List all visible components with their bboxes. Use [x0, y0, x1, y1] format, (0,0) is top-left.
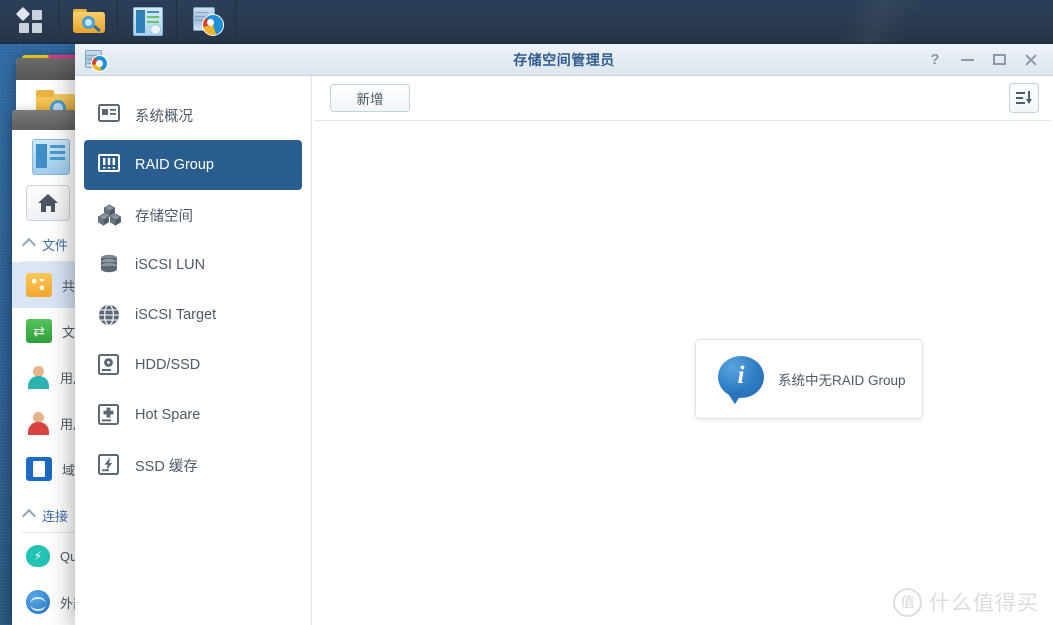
maximize-button[interactable]	[983, 44, 1015, 75]
sidebar: 系统概况 RAID Group 存储空间 iSCSI LUN iSCSI Tar…	[75, 76, 312, 625]
user-group-icon	[26, 411, 50, 435]
control-panel-icon	[32, 139, 70, 175]
info-bubble-icon: i	[718, 356, 764, 406]
sidebar-item-raid-group[interactable]: RAID Group	[84, 140, 302, 190]
sidebar-item-storage-volume[interactable]: 存储空间	[84, 190, 302, 240]
hdd-ssd-icon	[98, 354, 122, 376]
close-button[interactable]	[1015, 44, 1047, 75]
sidebar-item-system-overview[interactable]: 系统概况	[84, 90, 302, 140]
raid-group-list-area: i 系统中无RAID Group	[312, 121, 1053, 625]
sidebar-item-iscsi-lun[interactable]: iSCSI LUN	[84, 240, 302, 290]
taskbar-control-panel-button[interactable]	[118, 0, 177, 42]
taskbar-storage-manager-button[interactable]	[177, 0, 236, 42]
sidebar-item-label: iSCSI Target	[135, 307, 217, 323]
question-mark-icon: ?	[930, 51, 940, 68]
raid-group-icon	[98, 154, 122, 176]
content-panel: 新增 i 系统中无RAID Group	[312, 76, 1053, 625]
empty-state-message-box: i 系统中无RAID Group	[695, 339, 923, 419]
sidebar-item-iscsi-target[interactable]: iSCSI Target	[84, 290, 302, 340]
sidebar-item-hdd-ssd[interactable]: HDD/SSD	[84, 340, 302, 390]
window-controls: ?	[919, 44, 1053, 75]
home-button[interactable]	[26, 185, 70, 221]
taskbar-file-station-button[interactable]	[59, 0, 118, 42]
sidebar-item-label: Hot Spare	[135, 407, 201, 423]
storage-disk-icon	[192, 6, 224, 36]
window-title: 存储空间管理员	[513, 51, 615, 68]
minimize-icon	[960, 58, 974, 61]
file-sync-icon	[26, 319, 52, 343]
bg-section-label: 文件	[42, 238, 69, 253]
taskbar-main-menu-button[interactable]	[0, 0, 59, 42]
taskbar[interactable]	[0, 0, 1053, 44]
sort-descending-icon	[1016, 91, 1032, 104]
sidebar-item-ssd-cache[interactable]: SSD 缓存	[84, 440, 302, 490]
chevron-up-icon	[21, 508, 37, 523]
bg-section-label: 连接	[42, 509, 69, 524]
folder-search-icon	[72, 8, 105, 34]
grid-icon	[15, 6, 43, 34]
maximize-icon	[992, 54, 1006, 65]
desktop: 文件 共享 文件 用户 用户 域/ 连接 Qu	[0, 0, 1053, 625]
home-icon	[38, 194, 58, 212]
sidebar-item-label: iSCSI LUN	[135, 257, 206, 273]
user-icon	[26, 365, 50, 389]
minimize-button[interactable]	[951, 44, 983, 75]
quickconnect-icon	[26, 545, 50, 567]
ssd-cache-icon	[98, 454, 122, 476]
storage-volume-icon	[98, 204, 122, 226]
sidebar-item-label: 存储空间	[135, 208, 193, 225]
hot-spare-icon	[98, 404, 122, 426]
content-toolbar: 新增	[312, 76, 1053, 120]
iscsi-target-globe-icon	[98, 304, 122, 326]
system-overview-icon	[98, 104, 122, 126]
sidebar-item-label: SSD 缓存	[135, 458, 198, 475]
empty-state-text: 系统中无RAID Group	[778, 373, 906, 388]
storage-manager-window[interactable]: 存储空间管理员 ? 系统概况 RAID Group 存储空间 iSCSI LUN…	[75, 44, 1053, 625]
sidebar-item-hot-spare[interactable]: Hot Spare	[84, 390, 302, 440]
iscsi-lun-icon	[98, 254, 122, 276]
sidebar-item-label: 系统概况	[135, 108, 193, 125]
taskbar-sheen	[723, 0, 1053, 44]
shared-folder-icon	[26, 273, 52, 297]
domain-icon	[26, 457, 52, 481]
chevron-up-icon	[21, 237, 37, 252]
window-titlebar[interactable]: 存储空间管理员 ?	[75, 44, 1053, 76]
close-icon	[1024, 53, 1038, 67]
add-button[interactable]: 新增	[330, 84, 410, 112]
help-button[interactable]: ?	[919, 44, 951, 75]
control-panel-icon	[132, 6, 163, 36]
sidebar-item-label: HDD/SSD	[135, 357, 201, 373]
window-body: 系统概况 RAID Group 存储空间 iSCSI LUN iSCSI Tar…	[75, 76, 1053, 625]
storage-disk-icon	[84, 49, 108, 72]
external-access-globe-icon	[26, 590, 50, 614]
sort-button[interactable]	[1009, 83, 1039, 113]
sidebar-item-label: RAID Group	[135, 157, 214, 173]
